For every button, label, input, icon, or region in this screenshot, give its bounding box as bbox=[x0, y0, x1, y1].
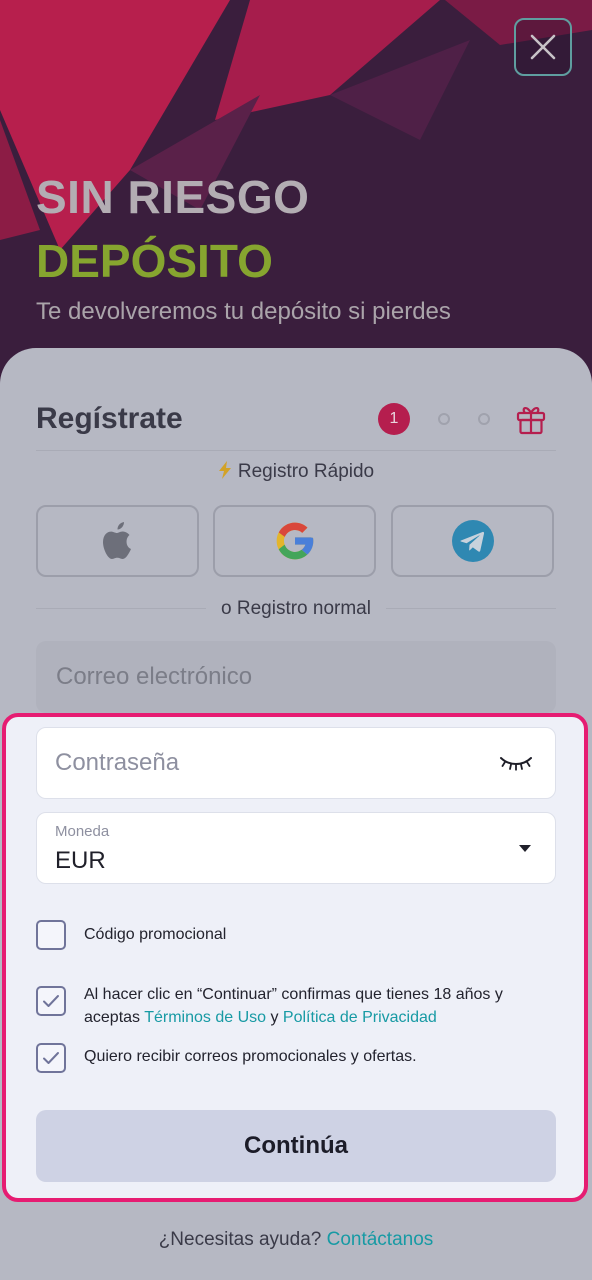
divider bbox=[386, 608, 556, 609]
lightning-icon bbox=[218, 461, 231, 479]
newsletter-checkbox[interactable] bbox=[36, 1043, 66, 1073]
close-icon bbox=[530, 34, 556, 60]
promo-code-checkbox[interactable] bbox=[36, 920, 66, 950]
normal-register-label: o Registro normal bbox=[221, 598, 371, 619]
quick-register-text: Registro Rápido bbox=[237, 461, 375, 482]
check-icon bbox=[43, 995, 59, 1007]
password-field[interactable]: Contraseña bbox=[36, 727, 556, 799]
quick-register-label: Registro Rápido bbox=[0, 461, 592, 483]
help-text: ¿Necesitas ayuda? bbox=[158, 1229, 327, 1250]
eye-closed-icon[interactable] bbox=[499, 754, 533, 772]
apple-icon bbox=[102, 522, 131, 559]
step-indicator bbox=[438, 413, 450, 425]
promo-title: SIN RIESGO bbox=[36, 171, 310, 223]
continue-button[interactable]: Continúa bbox=[36, 1110, 556, 1182]
close-button[interactable] bbox=[514, 18, 572, 76]
step-indicator-active: 1 bbox=[378, 403, 410, 435]
help-footer: ¿Necesitas ayuda? Contáctanos bbox=[0, 1229, 592, 1251]
apple-signup-button[interactable] bbox=[36, 505, 199, 577]
terms-and-text: y bbox=[266, 1009, 283, 1026]
password-placeholder: Contraseña bbox=[55, 749, 180, 776]
privacy-policy-link[interactable]: Política de Privacidad bbox=[283, 1009, 437, 1026]
chevron-down-icon bbox=[519, 845, 531, 852]
contact-link[interactable]: Contáctanos bbox=[327, 1229, 434, 1250]
gift-icon bbox=[516, 407, 546, 435]
terms-of-use-link[interactable]: Términos de Uso bbox=[144, 1009, 266, 1026]
divider bbox=[36, 450, 556, 451]
newsletter-label[interactable]: Quiero recibir correos promocionales y o… bbox=[84, 1045, 417, 1068]
promo-code-label[interactable]: Código promocional bbox=[84, 923, 226, 946]
check-icon bbox=[43, 1052, 59, 1064]
currency-value: EUR bbox=[55, 847, 106, 874]
terms-checkbox[interactable] bbox=[36, 986, 66, 1016]
promo-subtitle: Te devolveremos tu depósito si pierdes bbox=[36, 298, 451, 325]
currency-select[interactable]: Moneda EUR bbox=[36, 812, 556, 884]
telegram-signup-button[interactable] bbox=[391, 505, 554, 577]
terms-text: Al hacer clic en “Continuar” confirmas q… bbox=[84, 983, 554, 1029]
currency-label: Moneda bbox=[55, 823, 110, 840]
email-placeholder: Correo electrónico bbox=[56, 663, 253, 690]
promo-highlight: DEPÓSITO bbox=[36, 235, 273, 287]
terms-text-line-1: Al hacer clic en “Continuar” confirmas q… bbox=[84, 986, 503, 1003]
registration-title: Regístrate bbox=[36, 402, 183, 435]
google-signup-button[interactable] bbox=[213, 505, 376, 577]
google-icon bbox=[276, 522, 313, 560]
email-field[interactable]: Correo electrónico bbox=[36, 641, 556, 713]
step-indicator bbox=[478, 413, 490, 425]
telegram-icon bbox=[451, 520, 494, 562]
terms-text-line-2: aceptas bbox=[84, 1009, 145, 1026]
registration-stepper: 1 bbox=[378, 403, 546, 435]
